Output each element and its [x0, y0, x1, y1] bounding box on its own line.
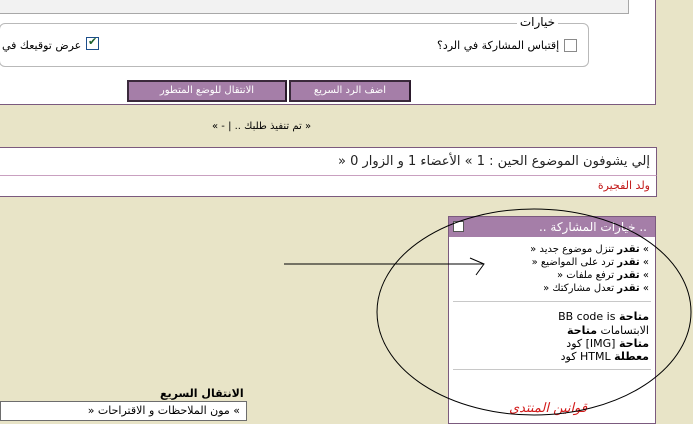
permission-line: » تقدر تنزل موضوع جديد «	[530, 244, 649, 255]
options-legend: خيارات	[516, 15, 558, 29]
checkmark-icon: ✔	[88, 35, 98, 48]
quick-jump-label: الانتقال السريع	[160, 387, 244, 400]
signature-checkbox[interactable]: ✔	[86, 35, 99, 50]
permission-line: » تقدر تعدل مشاركتك «	[543, 283, 649, 294]
posting-permissions-panel: .. خيارات المشاركة .. » تقدر تنزل موضوع …	[448, 216, 656, 424]
quick-reply-button[interactable]: اضف الرد السريع	[289, 80, 411, 102]
quote-label: إقتباس المشاركة في الرد؟	[437, 39, 560, 52]
permission-line: » تقدر ترد على المواضيع «	[531, 257, 649, 268]
signature-label: عرض توقيعك في	[2, 39, 82, 52]
message-textarea[interactable]	[0, 0, 629, 14]
quick-reply-panel: خيارات إقتباس المشاركة في الرد؟ ✔ عرض تو…	[0, 0, 656, 105]
viewer-username-link[interactable]: ولد الفجيرة	[598, 179, 650, 192]
quick-jump-selected: » مون الملاحظات و الاقتراحات «	[87, 404, 240, 417]
code-status-line: كود [IMG] متاحة	[566, 337, 649, 350]
divider	[453, 369, 651, 370]
permission-line: » تقدر ترفع ملفات «	[556, 270, 649, 281]
divider	[453, 301, 651, 302]
code-status-line: الابتسامات متاحة	[566, 324, 649, 337]
advanced-mode-button[interactable]: الانتقال للوضع المتطور	[127, 80, 287, 102]
forum-rules-link[interactable]: قوانين المنتدى	[509, 401, 587, 416]
permissions-header: .. خيارات المشاركة ..	[449, 217, 655, 237]
quote-checkbox[interactable]	[564, 39, 577, 52]
collapse-icon[interactable]	[453, 221, 464, 232]
viewers-count-text: إلي يشوفون الموضوع الحين : 1 » الأعضاء 1…	[338, 154, 650, 169]
status-breadcrumb: « تم تنفيذ طلبك .. | - »	[212, 121, 312, 132]
viewers-list: ولد الفجيرة	[0, 175, 657, 197]
viewers-bar: إلي يشوفون الموضوع الحين : 1 » الأعضاء 1…	[0, 147, 657, 177]
code-status-line: كود HTML معطلة	[560, 350, 649, 363]
quick-jump-select[interactable]: » مون الملاحظات و الاقتراحات «	[0, 401, 247, 421]
code-status-line: BB code is متاحة	[558, 310, 649, 323]
permissions-title: .. خيارات المشاركة ..	[538, 220, 647, 234]
